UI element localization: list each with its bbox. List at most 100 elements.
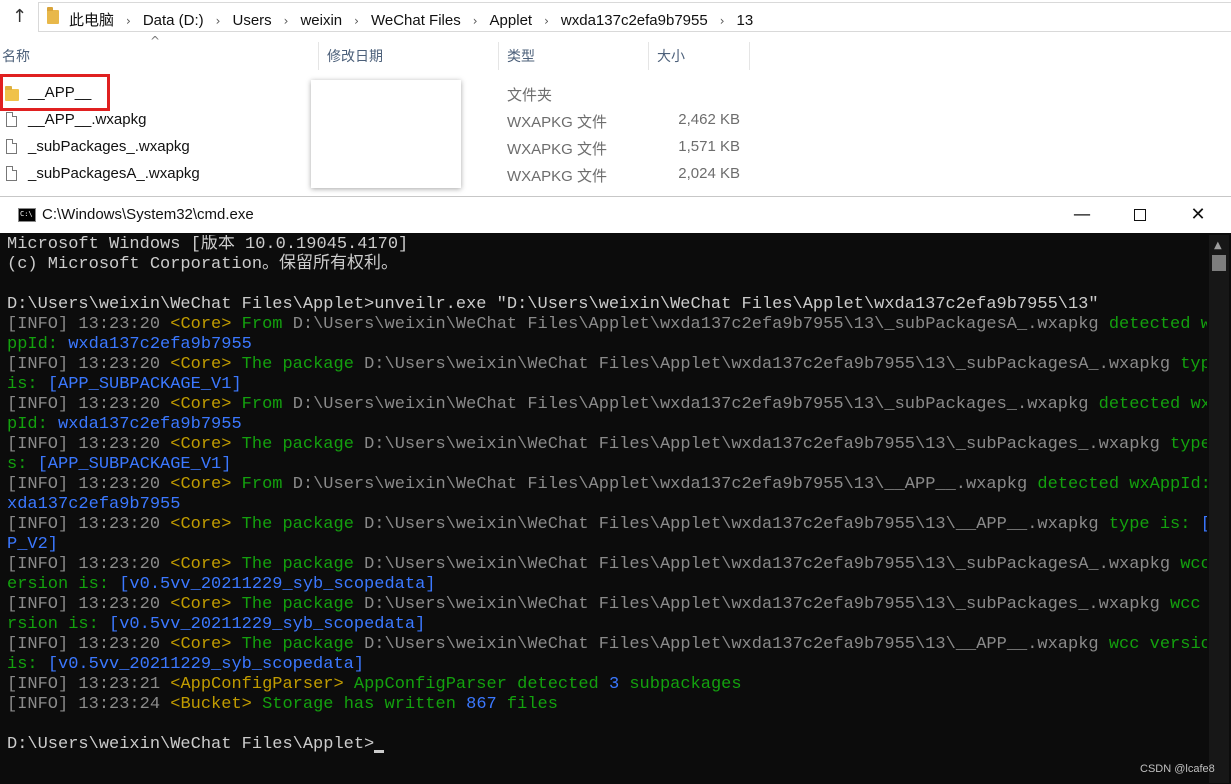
address-bar[interactable]: 此电脑 › Data (D:) › Users › weixin › WeChat Files ›… xyxy=(38,2,1231,32)
console-text: [INFO] xyxy=(7,435,79,454)
maximize-button[interactable] xyxy=(1111,197,1169,233)
console-line: D:\Users\weixin\WeChat Files\Applet> xyxy=(7,735,1207,755)
breadcrumb-item[interactable]: 此电脑 xyxy=(69,12,114,29)
console-text: type i xyxy=(1170,435,1207,454)
column-header-name[interactable]: 名称 xyxy=(2,46,30,66)
console-text: 13:23:20 xyxy=(78,475,171,494)
file-icon xyxy=(6,166,17,181)
console-line: xda137c2efa9b7955 xyxy=(7,495,1207,515)
breadcrumb-item[interactable]: 13 xyxy=(737,12,754,29)
console-text: wcc version xyxy=(1108,635,1207,654)
column-header-size[interactable]: 大小 xyxy=(657,46,685,66)
scrollbar-thumb[interactable] xyxy=(1212,255,1226,271)
file-size: 2,024 KB xyxy=(678,165,740,182)
console-text: is: xyxy=(7,375,48,394)
console-text: files xyxy=(496,695,558,714)
file-icon xyxy=(6,112,17,127)
console-line: is: [APP_SUBPACKAGE_V1] xyxy=(7,375,1207,395)
console-output[interactable]: Microsoft Windows [版本 10.0.19045.4170] (c… xyxy=(7,235,1207,783)
file-size: 2,462 KB xyxy=(678,111,740,128)
console-text: [INFO] xyxy=(7,475,79,494)
column-divider[interactable] xyxy=(498,42,499,70)
breadcrumb-separator-icon[interactable]: › xyxy=(473,14,478,28)
console-text: 13:23:20 xyxy=(78,435,171,454)
console-text: D:\Users\weixin\WeChat Files\Applet\wxda… xyxy=(364,595,1171,614)
console-text: 13:23:20 xyxy=(78,355,171,374)
breadcrumb-separator-icon[interactable]: › xyxy=(216,14,221,28)
console-line: [INFO] 13:23:20 <Core> From D:\Users\wei… xyxy=(7,395,1207,415)
breadcrumb-item[interactable]: Data (D:) xyxy=(143,12,204,29)
console-text: pId: xyxy=(7,415,59,434)
window-title: C:\Windows\System32\cmd.exe xyxy=(42,206,254,223)
file-type: WXAPKG 文件 xyxy=(507,168,608,185)
console-text: detected wxA xyxy=(1108,315,1207,334)
highlight-box xyxy=(0,74,110,111)
column-divider[interactable] xyxy=(318,42,319,70)
console-text: ersion is: xyxy=(7,575,120,594)
console-text: [INFO] xyxy=(7,695,79,714)
console-text: xda137c2efa9b7955 xyxy=(7,495,181,514)
minimize-button[interactable]: — xyxy=(1053,197,1111,233)
console-line: ppId: wxda137c2efa9b7955 xyxy=(7,335,1207,355)
console-text: 867 xyxy=(466,695,497,714)
console-text: wcc ve xyxy=(1170,595,1201,614)
console-text: <Core> xyxy=(170,395,242,414)
breadcrumb-item[interactable]: Applet xyxy=(490,12,533,29)
console-text: 13:23:24 xyxy=(78,695,171,714)
breadcrumb-separator-icon[interactable]: › xyxy=(720,14,725,28)
file-type: WXAPKG 文件 xyxy=(507,141,608,158)
scroll-up-icon[interactable]: ▲ xyxy=(1214,240,1222,251)
file-icon xyxy=(6,139,17,154)
breadcrumb-item[interactable]: WeChat Files xyxy=(371,12,461,29)
file-name: __APP__.wxapkg xyxy=(28,111,147,128)
scrollbar[interactable]: ▲ xyxy=(1209,235,1229,783)
cmd-window: C:\ C:\Windows\System32\cmd.exe — ✕ Micr… xyxy=(0,196,1231,784)
console-text: [v0.5vv_20211229_syb_scopedata] xyxy=(47,655,365,674)
column-header-type[interactable]: 类型 xyxy=(507,46,535,66)
console-text: From xyxy=(241,395,293,414)
console-line: (c) Microsoft Corporation。保留所有权利。 xyxy=(7,255,1207,275)
close-button[interactable]: ✕ xyxy=(1169,197,1227,233)
cmd-title-bar[interactable]: C:\ C:\Windows\System32\cmd.exe — ✕ xyxy=(0,197,1231,233)
column-divider[interactable] xyxy=(749,42,750,70)
redaction-box xyxy=(311,80,461,188)
breadcrumb-item[interactable]: Users xyxy=(232,12,271,29)
console-text: D:\Users\weixin\WeChat Files\Applet\wxda… xyxy=(364,435,1171,454)
console-text: wxda137c2efa9b7955 xyxy=(68,335,252,354)
breadcrumb-item[interactable]: wxda137c2efa9b7955 xyxy=(561,12,708,29)
console-text: <AppConfigParser> xyxy=(170,675,354,694)
console-text: <Core> xyxy=(170,555,242,574)
console-line: [INFO] 13:23:20 <Core> The package D:\Us… xyxy=(7,355,1207,375)
breadcrumb-item[interactable]: weixin xyxy=(300,12,342,29)
console-line: [INFO] 13:23:20 <Core> The package D:\Us… xyxy=(7,435,1207,455)
console-line: pId: wxda137c2efa9b7955 xyxy=(7,415,1207,435)
console-text: detected wxAp xyxy=(1098,395,1207,414)
file-explorer: ↑ 此电脑 › Data (D:) › Users › weixin › WeChat File… xyxy=(0,0,1231,196)
console-text: ppId: xyxy=(7,335,69,354)
console-text: [INFO] xyxy=(7,515,79,534)
file-type: WXAPKG 文件 xyxy=(507,114,608,131)
console-text: P_V2] xyxy=(7,535,59,554)
console-text: <Core> xyxy=(170,355,242,374)
console-text: <Core> xyxy=(170,435,242,454)
console-text: type is: xyxy=(1108,515,1201,534)
console-text: 13:23:21 xyxy=(78,675,171,694)
column-divider[interactable] xyxy=(648,42,649,70)
breadcrumb[interactable]: 此电脑 › Data (D:) › Users › weixin › WeChat Files ›… xyxy=(69,9,753,30)
up-arrow-icon[interactable]: ↑ xyxy=(12,6,27,27)
console-line: [INFO] 13:23:20 <Core> From D:\Users\wei… xyxy=(7,475,1207,495)
console-line: s: [APP_SUBPACKAGE_V1] xyxy=(7,455,1207,475)
breadcrumb-separator-icon[interactable]: › xyxy=(126,14,131,28)
console-text: type xyxy=(1180,355,1207,374)
console-text: From xyxy=(241,315,293,334)
console-text: detected wxAppId: xyxy=(1037,475,1207,494)
breadcrumb-separator-icon[interactable]: › xyxy=(354,14,359,28)
breadcrumb-separator-icon[interactable]: › xyxy=(284,14,289,28)
column-header-modified[interactable]: 修改日期 xyxy=(327,46,383,66)
console-text: <Bucket> xyxy=(170,695,263,714)
console-text: 13:23:20 xyxy=(78,515,171,534)
console-text: subpackages xyxy=(619,675,742,694)
file-name: _subPackages_.wxapkg xyxy=(28,138,190,155)
breadcrumb-separator-icon[interactable]: › xyxy=(544,14,549,28)
